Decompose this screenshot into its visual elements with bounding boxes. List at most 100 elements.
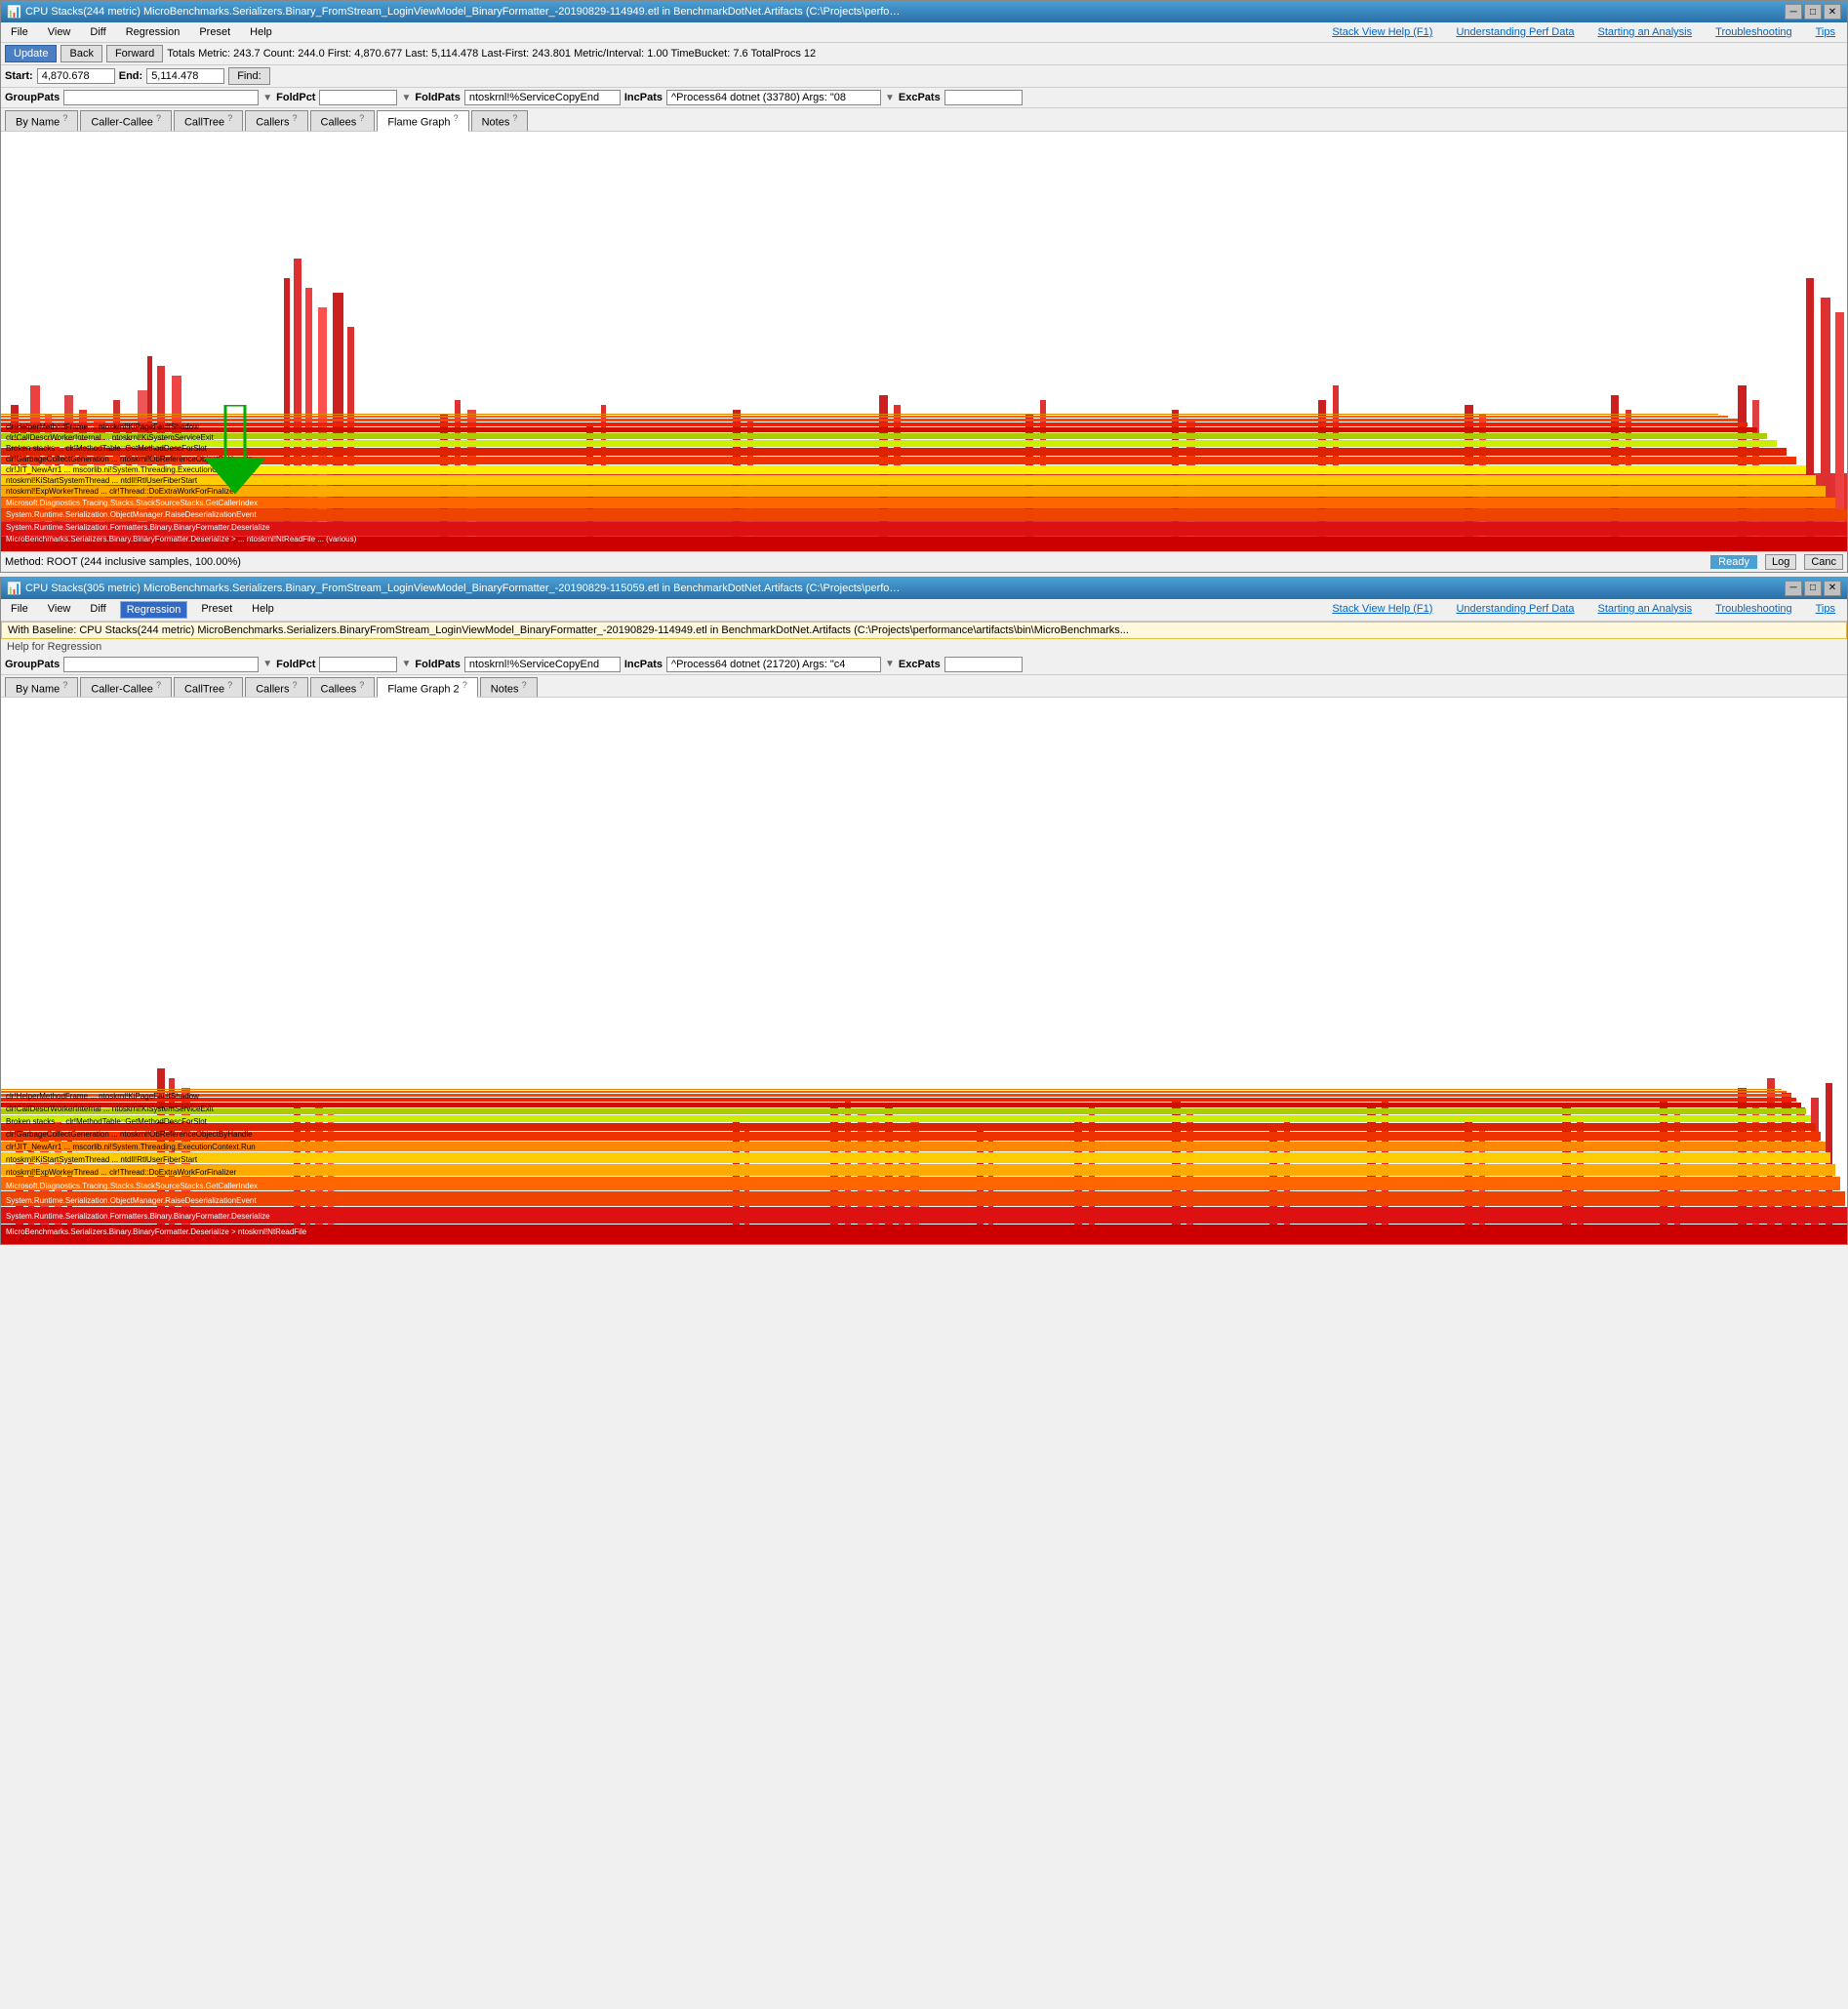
info-bar-2: With Baseline: CPU Stacks(244 metric) Mi… <box>1 622 1847 639</box>
tab-callers-2[interactable]: Callers ? <box>245 677 307 698</box>
minimize-btn-1[interactable]: ─ <box>1785 4 1802 20</box>
toolbar-info-1: Totals Metric: 243.7 Count: 244.0 First:… <box>167 48 816 60</box>
menu-regression-1[interactable]: Regression <box>120 24 186 40</box>
tab-calltree-2[interactable]: CallTree ? <box>174 677 243 698</box>
svg-text:clr!HelperMethodFrame ... ntos: clr!HelperMethodFrame ... ntoskrnl!KiPag… <box>6 422 199 431</box>
tab-callercallee-1[interactable]: Caller-Callee ? <box>80 110 172 131</box>
menu-diff-2[interactable]: Diff <box>84 601 111 619</box>
incpats-label-1: IncPats <box>624 92 663 103</box>
menu-preset-2[interactable]: Preset <box>195 601 238 619</box>
menu-view-1[interactable]: View <box>42 24 77 40</box>
tabs-2: By Name ? Caller-Callee ? CallTree ? Cal… <box>1 675 1847 699</box>
foldpct-input-1[interactable] <box>319 90 397 105</box>
incpats-label-2: IncPats <box>624 659 663 670</box>
grouppats-label-1: GroupPats <box>5 92 60 103</box>
foldpct-label-1: FoldPct <box>276 92 315 103</box>
tab-notes-1[interactable]: Notes ? <box>471 110 529 131</box>
menu-preset-1[interactable]: Preset <box>193 24 236 40</box>
grouppats-label-2: GroupPats <box>5 659 60 670</box>
grouppats-input-1[interactable] <box>63 90 259 105</box>
excpats-input-2[interactable] <box>944 657 1023 672</box>
incpats-input-2[interactable] <box>666 657 881 672</box>
title-bar-controls-1: ─ □ ✕ <box>1785 4 1841 20</box>
grouppats-bar-1: GroupPats ▼ FoldPct ▼ FoldPats IncPats ▼… <box>1 88 1847 108</box>
flame-graph-canvas-1[interactable]: MicroBenchmarks.Serializers.Binary.Binar… <box>1 132 1847 551</box>
link-stackview-2[interactable]: Stack View Help (F1) <box>1324 601 1440 619</box>
link-troubleshooting-1[interactable]: Troubleshooting <box>1707 24 1799 40</box>
menu-file-2[interactable]: File <box>5 601 34 619</box>
maximize-btn-2[interactable]: □ <box>1804 581 1822 596</box>
link-stackview-1[interactable]: Stack View Help (F1) <box>1324 24 1440 40</box>
svg-text:MicroBenchmarks.Serializers.Bi: MicroBenchmarks.Serializers.Binary.Binar… <box>6 1227 307 1236</box>
link-tips-1[interactable]: Tips <box>1808 24 1843 40</box>
maximize-btn-1[interactable]: □ <box>1804 4 1822 20</box>
update-btn-1[interactable]: Update <box>5 45 57 62</box>
link-troubleshooting-2[interactable]: Troubleshooting <box>1707 601 1799 619</box>
svg-text:System.Runtime.Serialization.O: System.Runtime.Serialization.ObjectManag… <box>6 510 257 519</box>
link-perfdata-1[interactable]: Understanding Perf Data <box>1448 24 1582 40</box>
cancel-btn-1[interactable]: Canc <box>1804 554 1843 570</box>
tab-callees-1[interactable]: Callees ? <box>310 110 376 131</box>
incpats-input-1[interactable] <box>666 90 881 105</box>
window-title-2: CPU Stacks(305 metric) MicroBenchmarks.S… <box>25 583 904 594</box>
start-input-1[interactable] <box>37 68 115 84</box>
svg-text:clr!CallDescrWorkerInternal ..: clr!CallDescrWorkerInternal ... ntoskrnl… <box>6 1105 215 1113</box>
find-btn-1[interactable]: Find: <box>228 67 269 85</box>
start-label-1: Start: <box>5 70 33 82</box>
minimize-btn-2[interactable]: ─ <box>1785 581 1802 596</box>
grouppats-bar-2: GroupPats ▼ FoldPct ▼ FoldPats IncPats ▼… <box>1 655 1847 675</box>
title-bar-1: 📊 CPU Stacks(244 metric) MicroBenchmarks… <box>1 1 1847 22</box>
menu-help-2[interactable]: Help <box>246 601 280 619</box>
tab-flamegraph-1[interactable]: Flame Graph ? <box>377 110 468 132</box>
menu-view-2[interactable]: View <box>42 601 77 619</box>
tab-callees-2[interactable]: Callees ? <box>310 677 376 698</box>
svg-text:System.Runtime.Serialization.F: System.Runtime.Serialization.Formatters.… <box>6 523 270 532</box>
menu-help-1[interactable]: Help <box>244 24 278 40</box>
toolbar-1: Update Back Forward Totals Metric: 243.7… <box>1 43 1847 65</box>
link-perfdata-2[interactable]: Understanding Perf Data <box>1448 601 1582 619</box>
tab-callers-1[interactable]: Callers ? <box>245 110 307 131</box>
excpats-label-1: ExcPats <box>899 92 941 103</box>
svg-text:System.Runtime.Serialization.F: System.Runtime.Serialization.Formatters.… <box>6 1212 270 1221</box>
excpats-input-1[interactable] <box>944 90 1023 105</box>
link-analysis-1[interactable]: Starting an Analysis <box>1590 24 1701 40</box>
title-bar-2: 📊 CPU Stacks(305 metric) MicroBenchmarks… <box>1 578 1847 599</box>
close-btn-1[interactable]: ✕ <box>1824 4 1841 20</box>
flame-graph-canvas-2[interactable]: MicroBenchmarks.Serializers.Binary.Binar… <box>1 698 1847 1244</box>
tab-flamegraph2-2[interactable]: Flame Graph 2 ? <box>377 677 477 699</box>
window-2: 📊 CPU Stacks(305 metric) MicroBenchmarks… <box>0 577 1848 1246</box>
forward-btn-1[interactable]: Forward <box>106 45 163 62</box>
svg-text:Broken stacks ... clr!MethodTa: Broken stacks ... clr!MethodTable::GetMe… <box>6 1117 208 1126</box>
info-text-2: With Baseline: CPU Stacks(244 metric) Mi… <box>8 624 1129 636</box>
excpats-label-2: ExcPats <box>899 659 941 670</box>
svg-text:ntoskrnl!KiStartSystemThread .: ntoskrnl!KiStartSystemThread ... ntdll!R… <box>6 1155 198 1164</box>
tab-notes-2[interactable]: Notes ? <box>480 677 538 698</box>
tab-byname-2[interactable]: By Name ? <box>5 677 78 698</box>
back-btn-1[interactable]: Back <box>60 45 101 62</box>
foldpats-input-2[interactable] <box>464 657 621 672</box>
link-analysis-2[interactable]: Starting an Analysis <box>1590 601 1701 619</box>
foldpct-input-2[interactable] <box>319 657 397 672</box>
svg-text:clr!CallDescrWorkerInternal ..: clr!CallDescrWorkerInternal ... ntoskrnl… <box>6 433 215 442</box>
menu-regression-2[interactable]: Regression <box>120 601 188 619</box>
title-bar-controls-2: ─ □ ✕ <box>1785 581 1841 596</box>
grouppats-input-2[interactable] <box>63 657 259 672</box>
end-input-1[interactable] <box>146 68 224 84</box>
help-bar-2: Help for Regression <box>1 639 1847 655</box>
tab-byname-1[interactable]: By Name ? <box>5 110 78 131</box>
svg-text:Microsoft.Diagnostics.Tracing.: Microsoft.Diagnostics.Tracing.Stacks.Sta… <box>6 1182 258 1190</box>
tab-calltree-1[interactable]: CallTree ? <box>174 110 243 131</box>
close-btn-2[interactable]: ✕ <box>1824 581 1841 596</box>
foldpats-label-1: FoldPats <box>415 92 460 103</box>
foldpct-label-2: FoldPct <box>276 659 315 670</box>
ready-status-1: Ready <box>1710 555 1757 569</box>
menu-diff-1[interactable]: Diff <box>84 24 111 40</box>
log-btn-1[interactable]: Log <box>1765 554 1796 570</box>
tab-callercallee-2[interactable]: Caller-Callee ? <box>80 677 172 698</box>
foldpats-input-1[interactable] <box>464 90 621 105</box>
green-arrow-annotation <box>196 405 274 505</box>
window-title-1: CPU Stacks(244 metric) MicroBenchmarks.S… <box>25 6 904 18</box>
link-tips-2[interactable]: Tips <box>1808 601 1843 619</box>
menu-file-1[interactable]: File <box>5 24 34 40</box>
range-bar-1: Start: End: Find: <box>1 65 1847 88</box>
